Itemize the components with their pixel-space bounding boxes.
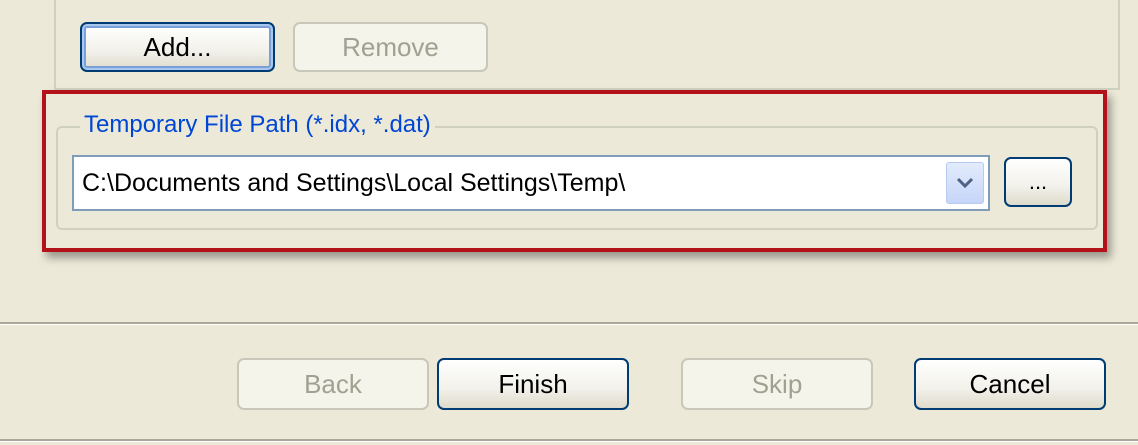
remove-button-label: Remove: [342, 32, 439, 62]
chevron-down-icon[interactable]: [946, 162, 984, 204]
temp-path-value: C:\Documents and Settings\Local Settings…: [82, 169, 626, 197]
cancel-button-label: Cancel: [969, 369, 1051, 399]
add-button-label: Add...: [143, 32, 212, 62]
remove-button[interactable]: Remove: [293, 22, 488, 72]
add-button[interactable]: Add...: [80, 22, 275, 72]
temp-path-combobox[interactable]: C:\Documents and Settings\Local Settings…: [72, 155, 990, 211]
back-button[interactable]: Back: [237, 358, 429, 410]
finish-button-label: Finish: [498, 369, 568, 399]
browse-button[interactable]: ...: [1004, 157, 1072, 207]
footer-divider-highlight: [0, 324, 1138, 325]
skip-button-label: Skip: [751, 369, 803, 399]
back-button-label: Back: [304, 369, 362, 399]
cancel-button[interactable]: Cancel: [914, 358, 1106, 410]
finish-button[interactable]: Finish: [437, 358, 629, 410]
browse-button-label: ...: [1028, 169, 1048, 194]
bottom-border-highlight: [0, 441, 1138, 442]
temp-path-group-title: Temporary File Path (*.idx, *.dat): [80, 111, 435, 139]
skip-button[interactable]: Skip: [681, 358, 873, 410]
